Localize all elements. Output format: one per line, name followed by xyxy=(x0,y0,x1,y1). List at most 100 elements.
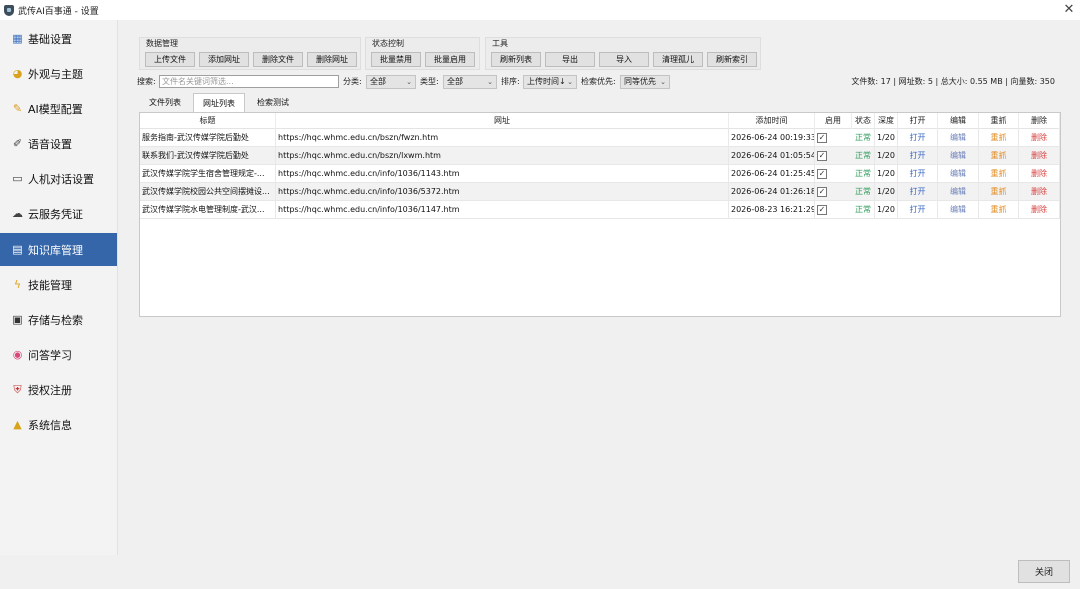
sidebar-item-label: 授权注册 xyxy=(28,383,72,397)
column-header-status[interactable]: 状态 xyxy=(852,113,875,129)
type-select[interactable]: 全部 ⌄ xyxy=(443,75,497,89)
enabled-checkbox[interactable]: ✓ xyxy=(817,187,827,197)
sidebar-item-appearance[interactable]: ◕ 外观与主题 xyxy=(0,57,117,90)
column-header-title[interactable]: 标题 xyxy=(140,113,276,129)
column-header-delete[interactable]: 删除 xyxy=(1019,113,1060,129)
upload-file-button[interactable]: 上传文件 xyxy=(145,52,195,67)
delete-link[interactable]: 删除 xyxy=(1019,165,1060,183)
sidebar-item-skills[interactable]: ϟ 技能管理 xyxy=(0,268,117,301)
table-row[interactable]: 联系我们-武汉传媒学院后勤处 https://hqc.whmc.edu.cn/bs… xyxy=(140,147,1060,165)
sidebar-item-label: 基础设置 xyxy=(28,32,72,46)
stats-summary: 文件数: 17 | 网址数: 5 | 总大小: 0.55 MB | 向量数: 3… xyxy=(851,77,1055,86)
group-label: 工具 xyxy=(492,39,508,48)
sidebar-item-basic-settings[interactable]: ▦ 基础设置 xyxy=(0,22,117,55)
sidebar-item-dialog[interactable]: ▭ 人机对话设置 xyxy=(0,162,117,195)
batch-disable-button[interactable]: 批量禁用 xyxy=(371,52,421,67)
sidebar-item-qa-learning[interactable]: ◉ 问答学习 xyxy=(0,338,117,371)
column-header-edit[interactable]: 编辑 xyxy=(938,113,979,129)
sidebar-item-label: 知识库管理 xyxy=(28,243,83,257)
column-header-depth[interactable]: 深度 xyxy=(875,113,898,129)
export-button[interactable]: 导出 xyxy=(545,52,595,67)
window-title: 武传AI百事通 - 设置 xyxy=(18,6,99,17)
status-badge: 正常 xyxy=(852,201,875,219)
edit-link[interactable]: 编辑 xyxy=(938,201,979,219)
refresh-index-button[interactable]: 刷新索引 xyxy=(707,52,757,67)
sidebar-item-storage[interactable]: ▣ 存储与检索 xyxy=(0,303,117,336)
sidebar: ▦ 基础设置 ◕ 外观与主题 ✎ AI模型配置 ✐ 语音设置 ▭ 人机对话设置 … xyxy=(0,20,118,555)
close-button[interactable]: 关闭 xyxy=(1018,560,1070,583)
type-value: 全部 xyxy=(447,77,463,86)
table-row[interactable]: 武汉传媒学院水电管理制度-武汉... https://hqc.whmc.edu.c… xyxy=(140,201,1060,219)
batch-enable-button[interactable]: 批量启用 xyxy=(425,52,475,67)
app-shield-icon xyxy=(4,4,14,16)
cell-title: 服务指南-武汉传媒学院后勤处 xyxy=(142,129,276,147)
delete-link[interactable]: 删除 xyxy=(1019,201,1060,219)
sidebar-item-cloud[interactable]: ☁ 云服务凭证 xyxy=(0,197,117,230)
chart-icon: ▦ xyxy=(12,32,23,45)
open-link[interactable]: 打开 xyxy=(898,165,938,183)
sidebar-item-label: 系统信息 xyxy=(28,418,72,432)
delete-link[interactable]: 删除 xyxy=(1019,129,1060,147)
rescan-link[interactable]: 重抓 xyxy=(979,183,1019,201)
open-link[interactable]: 打开 xyxy=(898,183,938,201)
search-label: 搜索: xyxy=(137,77,156,86)
add-url-button[interactable]: 添加网址 xyxy=(199,52,249,67)
sort-select[interactable]: 上传时间↓ ⌄ xyxy=(523,75,577,89)
window-close-icon[interactable]: ✕ xyxy=(1062,3,1076,17)
edit-link[interactable]: 编辑 xyxy=(938,129,979,147)
book-icon: ▤ xyxy=(12,243,23,256)
delete-link[interactable]: 删除 xyxy=(1019,183,1060,201)
status-badge: 正常 xyxy=(852,129,875,147)
edit-link[interactable]: 编辑 xyxy=(938,147,979,165)
sidebar-item-knowledge-base[interactable]: ▤ 知识库管理 xyxy=(0,233,117,266)
cell-depth: 1/20 xyxy=(875,147,898,165)
url-table: 标题 网址 添加时间 启用 状态 深度 打开 编辑 重抓 删除 服务指南-武汉传… xyxy=(139,112,1061,317)
rescan-link[interactable]: 重抓 xyxy=(979,165,1019,183)
column-header-open[interactable]: 打开 xyxy=(898,113,938,129)
enabled-checkbox[interactable]: ✓ xyxy=(817,205,827,215)
edit-link[interactable]: 编辑 xyxy=(938,183,979,201)
table-row[interactable]: 武汉传媒学院校园公共空间摆摊设... https://hqc.whmc.edu.c… xyxy=(140,183,1060,201)
tab-file-list[interactable]: 文件列表 xyxy=(139,93,191,112)
column-header-url[interactable]: 网址 xyxy=(276,113,729,129)
enabled-checkbox[interactable]: ✓ xyxy=(817,133,827,143)
column-header-rescan[interactable]: 重抓 xyxy=(979,113,1019,129)
enabled-checkbox[interactable]: ✓ xyxy=(817,151,827,161)
category-value: 全部 xyxy=(370,77,386,86)
open-link[interactable]: 打开 xyxy=(898,201,938,219)
lightning-icon: ϟ xyxy=(13,278,22,291)
cell-url: https://hqc.whmc.edu.cn/info/1036/1143.h… xyxy=(278,165,729,183)
delete-url-button[interactable]: 删除网址 xyxy=(307,52,357,67)
rescan-link[interactable]: 重抓 xyxy=(979,201,1019,219)
delete-file-button[interactable]: 删除文件 xyxy=(253,52,303,67)
category-select[interactable]: 全部 ⌄ xyxy=(366,75,416,89)
open-link[interactable]: 打开 xyxy=(898,129,938,147)
tab-url-list[interactable]: 网址列表 xyxy=(193,93,245,113)
table-row[interactable]: 武汉传媒学院学生宿舍管理规定-... https://hqc.whmc.edu.c… xyxy=(140,165,1060,183)
sidebar-item-system-info[interactable]: ▲ 系统信息 xyxy=(0,408,117,441)
column-header-enabled[interactable]: 启用 xyxy=(815,113,852,129)
title-bar: 武传AI百事通 - 设置 ✕ xyxy=(0,0,1080,20)
search-input[interactable]: 文件名关键词筛选... xyxy=(159,75,339,88)
sidebar-item-ai-model[interactable]: ✎ AI模型配置 xyxy=(0,92,117,125)
rescan-link[interactable]: 重抓 xyxy=(979,147,1019,165)
column-header-time[interactable]: 添加时间 xyxy=(729,113,815,129)
clean-orphans-button[interactable]: 清理孤儿 xyxy=(653,52,703,67)
edit-link[interactable]: 编辑 xyxy=(938,165,979,183)
tab-retrieval-test[interactable]: 检索测试 xyxy=(247,93,299,112)
enabled-checkbox[interactable]: ✓ xyxy=(817,169,827,179)
import-button[interactable]: 导入 xyxy=(599,52,649,67)
open-link[interactable]: 打开 xyxy=(898,147,938,165)
rescan-link[interactable]: 重抓 xyxy=(979,129,1019,147)
sidebar-item-voice[interactable]: ✐ 语音设置 xyxy=(0,127,117,160)
chevron-down-icon: ⌄ xyxy=(567,78,573,86)
sidebar-item-license[interactable]: ⛨ 授权注册 xyxy=(0,373,117,406)
priority-label: 检索优先: xyxy=(581,77,616,86)
cell-time: 2026-06-24 00:19:33 xyxy=(731,129,815,147)
refresh-list-button[interactable]: 刷新列表 xyxy=(491,52,541,67)
delete-link[interactable]: 删除 xyxy=(1019,147,1060,165)
table-row[interactable]: 服务指南-武汉传媒学院后勤处 https://hqc.whmc.edu.cn/bs… xyxy=(140,129,1060,147)
cell-time: 2026-06-24 01:26:18 xyxy=(731,183,815,201)
main-panel: 数据管理 上传文件 添加网址 删除文件 删除网址 状态控制 批量禁用 批量启用 … xyxy=(119,20,1080,555)
priority-select[interactable]: 同等优先 ⌄ xyxy=(620,75,670,89)
